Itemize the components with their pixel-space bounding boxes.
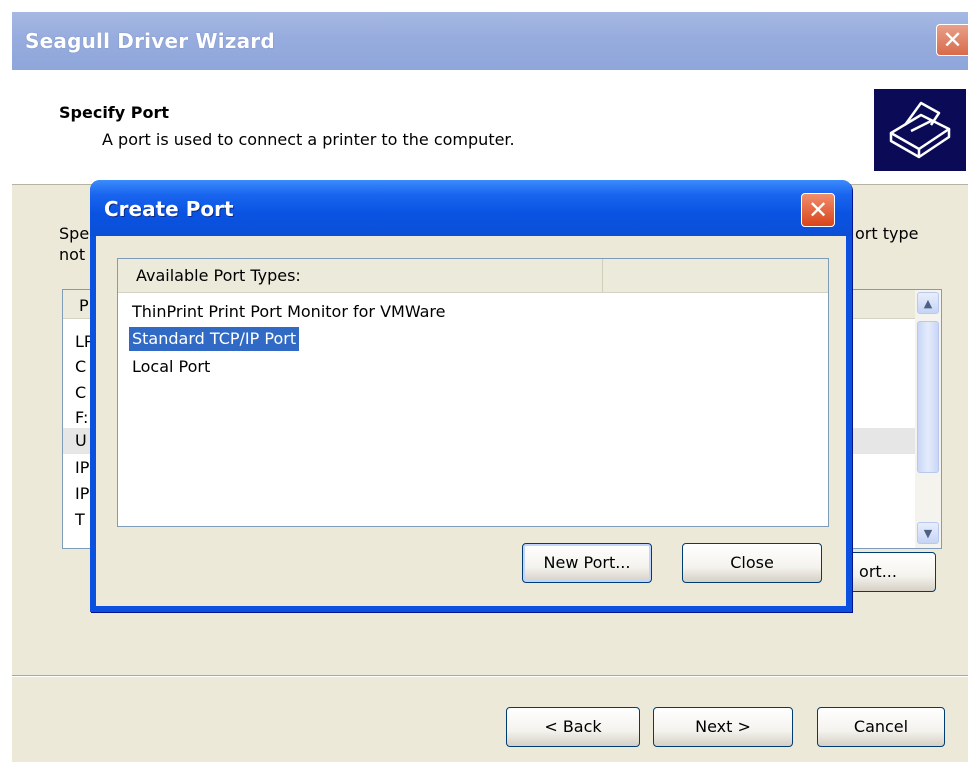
wizard-header: Specify Port A port is used to connect a… (12, 70, 968, 185)
port-types-list[interactable]: Available Port Types: ThinPrint Print Po… (117, 258, 829, 527)
back-button[interactable]: < Back (506, 707, 640, 747)
cancel-button[interactable]: Cancel (817, 707, 945, 747)
printer-icon (874, 89, 966, 171)
list-item[interactable]: IP (75, 458, 89, 477)
dialog-close-button[interactable]: ✕ (801, 193, 835, 227)
port-type-item[interactable]: ThinPrint Print Port Monitor for VMWare (129, 300, 449, 324)
instruction-text-fragment: Spe (59, 224, 90, 243)
close-icon: ✕ (807, 196, 829, 224)
list-item[interactable]: F: (75, 408, 88, 427)
wizard-title: Seagull Driver Wizard (25, 29, 275, 53)
wizard-titlebar[interactable]: Seagull Driver Wizard ✕ (12, 12, 968, 70)
chevron-up-icon[interactable]: ▲ (917, 292, 939, 314)
new-port-button[interactable]: New Port... (522, 543, 652, 583)
list-item[interactable]: C (75, 357, 86, 376)
dialog-title: Create Port (104, 197, 234, 221)
port-types-list-header: Available Port Types: (118, 259, 828, 293)
chevron-down-icon[interactable]: ▼ (917, 522, 939, 544)
instruction-text-fragment-2: not (59, 245, 86, 264)
column-header-available-port-types[interactable]: Available Port Types: (118, 259, 603, 292)
instruction-text-right: ort type (855, 224, 919, 243)
create-port-dialog: Create Port ✕ Available Port Types: Thin… (90, 180, 852, 612)
wizard-close-button[interactable]: ✕ (936, 24, 968, 56)
next-button[interactable]: Next > (653, 707, 793, 747)
port-type-item-selected[interactable]: Standard TCP/IP Port (129, 327, 300, 351)
page-title: Specify Port (59, 103, 170, 122)
page-subtitle: A port is used to connect a printer to t… (102, 130, 515, 149)
list-item[interactable]: T (75, 510, 85, 529)
close-icon: ✕ (942, 26, 963, 54)
list-item[interactable]: IP (75, 484, 89, 503)
dialog-titlebar[interactable]: Create Port ✕ (90, 180, 852, 236)
list-item[interactable]: C (75, 383, 86, 402)
scrollbar-thumb[interactable] (917, 321, 939, 473)
port-list-scrollbar[interactable]: ▲ ▼ (915, 290, 941, 548)
close-button[interactable]: Close (682, 543, 822, 583)
footer-divider (12, 675, 968, 677)
port-type-item[interactable]: Local Port (129, 355, 213, 379)
dialog-content: Available Port Types: ThinPrint Print Po… (96, 236, 846, 606)
